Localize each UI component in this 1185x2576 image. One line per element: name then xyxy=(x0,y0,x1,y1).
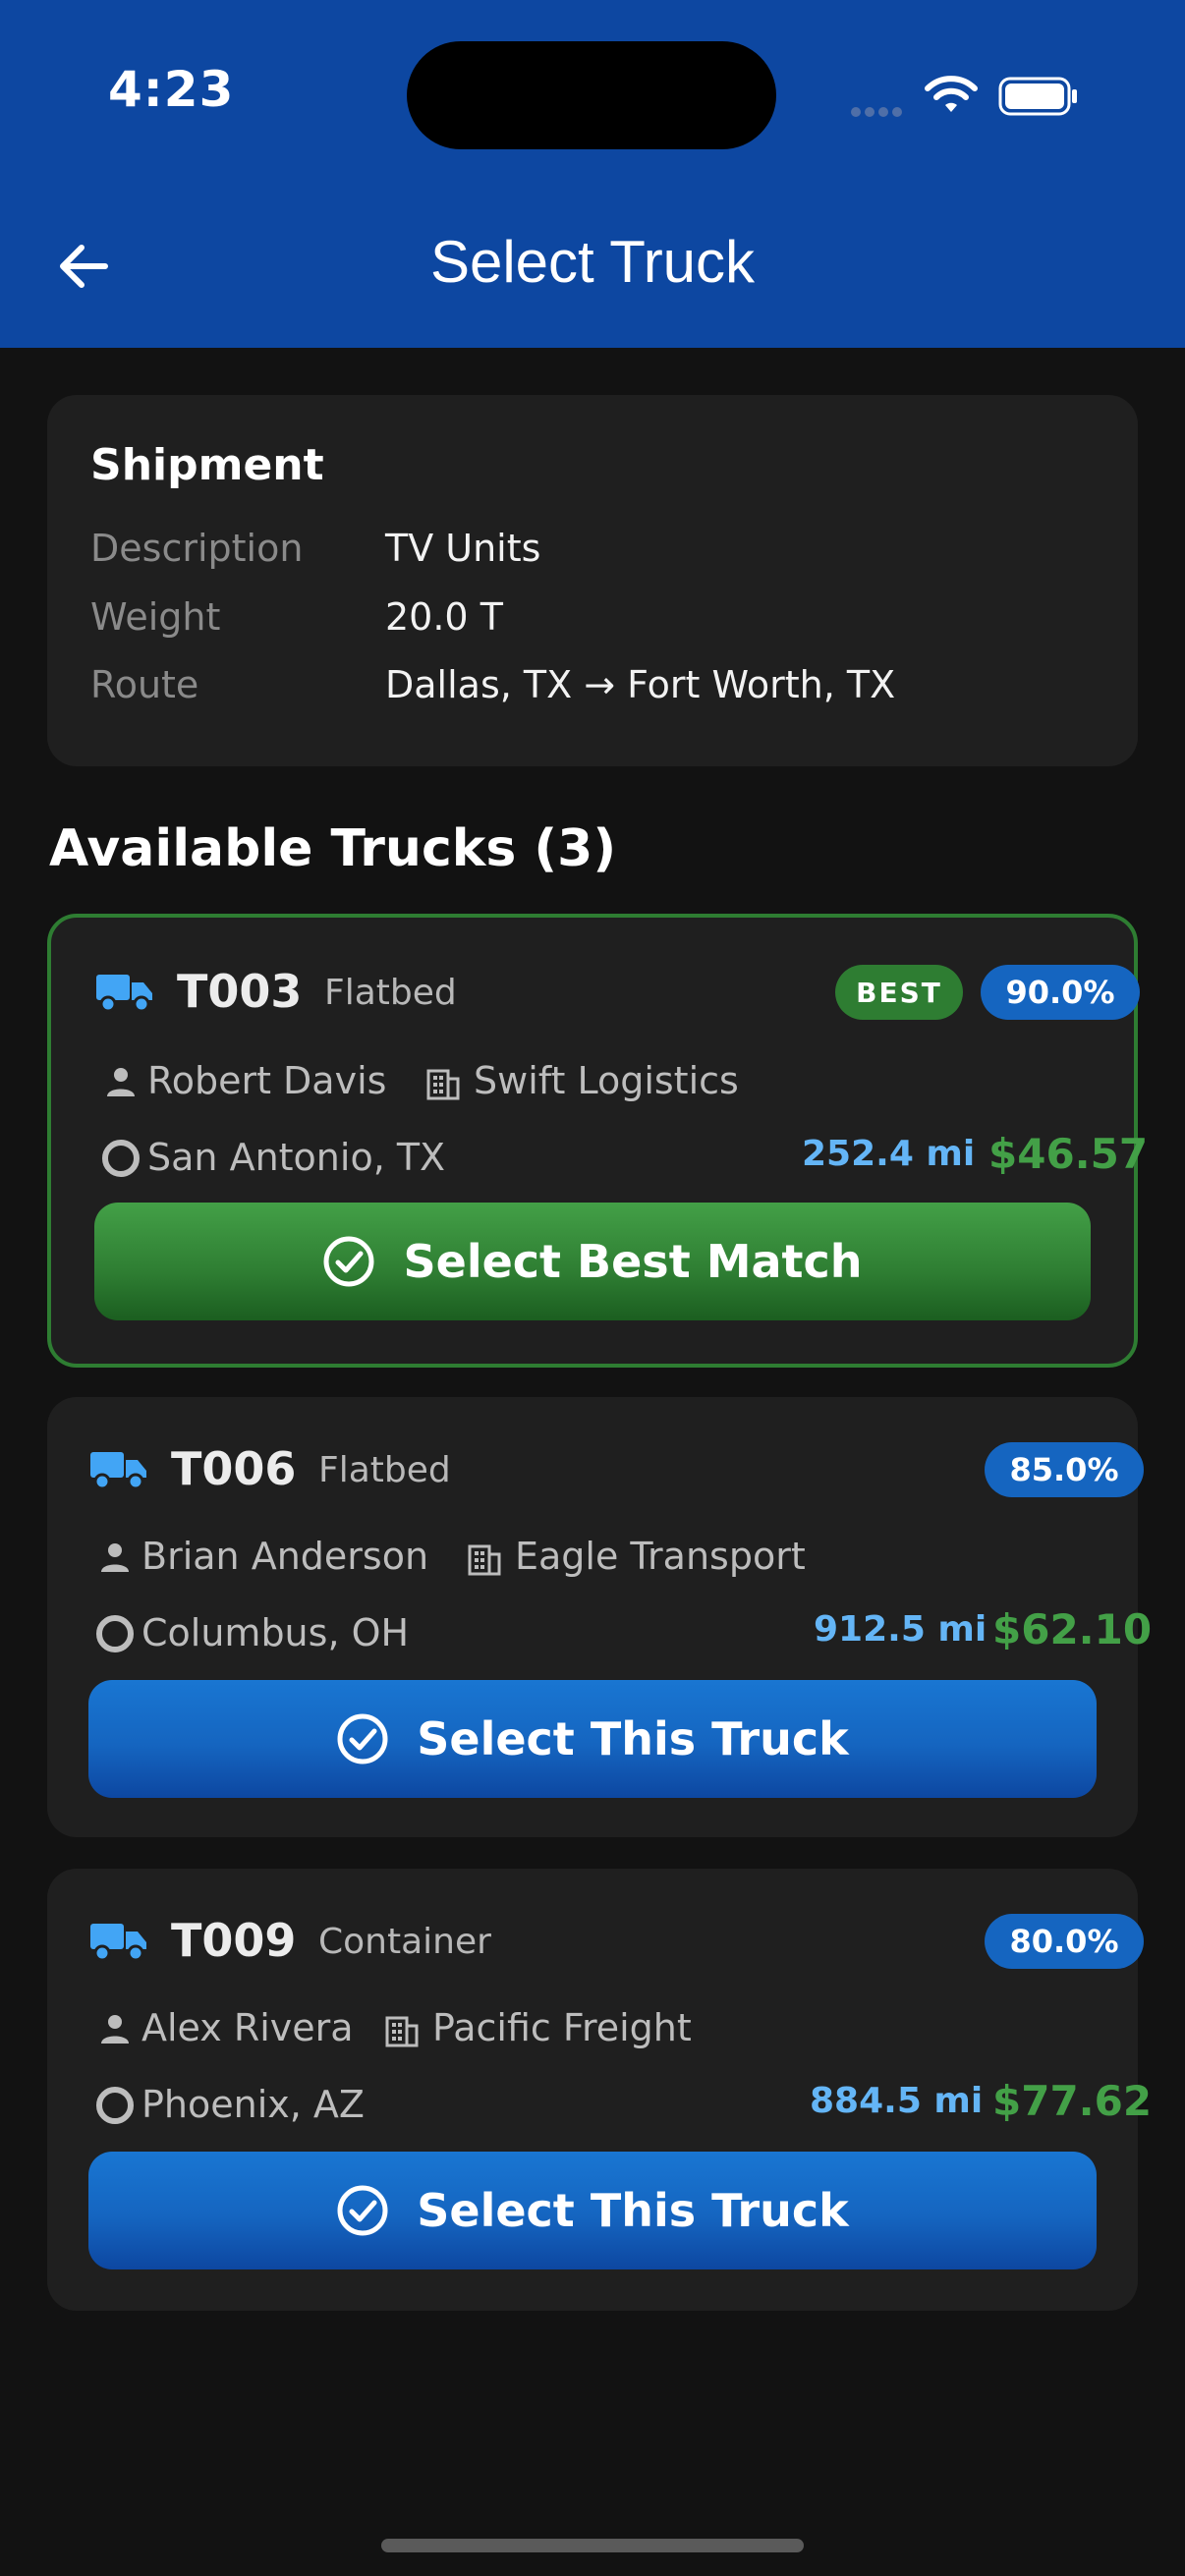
select-truck-button[interactable]: Select This Truck xyxy=(88,1680,1097,1798)
status-time: 4:23 xyxy=(108,61,235,118)
shipment-value: Dallas, TX → Fort Worth, TX xyxy=(385,663,896,706)
wifi-icon xyxy=(925,76,978,112)
shipment-label: Description xyxy=(90,527,304,570)
home-indicator[interactable] xyxy=(381,2539,804,2552)
truck-type: Flatbed xyxy=(318,1450,451,1490)
truck-icon xyxy=(90,1452,146,1490)
best-badge: BEST xyxy=(835,965,963,1020)
distance-value: 884.5 mi xyxy=(810,2081,984,2121)
truck-type: Container xyxy=(318,1922,491,1962)
price-value: $77.62 xyxy=(992,2077,1153,2125)
button-label: Select Best Match xyxy=(403,1235,863,1288)
truck-card[interactable]: T009 Container 80.0% Alex Rivera Pacific… xyxy=(47,1869,1152,2311)
button-label: Select This Truck xyxy=(417,1712,849,1765)
driver-name: Alex Rivera xyxy=(141,2006,354,2049)
match-score-badge: 90.0% xyxy=(981,965,1140,1020)
shipment-heading: Shipment xyxy=(90,440,324,490)
shipment-label: Route xyxy=(90,663,199,706)
location-icon xyxy=(102,1140,140,1177)
price-value: $62.10 xyxy=(992,1605,1153,1653)
available-trucks-heading: Available Trucks (3) xyxy=(49,819,617,878)
check-circle-icon xyxy=(337,1713,388,1764)
battery-icon xyxy=(998,77,1077,116)
person-icon xyxy=(107,1068,135,1096)
building-icon xyxy=(426,1069,460,1100)
driver-name: Robert Davis xyxy=(147,1059,387,1102)
app-header: 4:23 Select Truck xyxy=(0,0,1185,348)
match-score-badge: 85.0% xyxy=(985,1442,1144,1497)
company-name: Swift Logistics xyxy=(474,1059,739,1102)
truck-id: T006 xyxy=(171,1442,297,1495)
dynamic-island xyxy=(407,41,776,149)
truck-location: Phoenix, AZ xyxy=(141,2083,365,2126)
truck-card-best[interactable]: T003 Flatbed BEST 90.0% Robert Davis Swi… xyxy=(47,914,1148,1368)
check-circle-icon xyxy=(323,1236,374,1287)
truck-type: Flatbed xyxy=(324,973,457,1013)
truck-id: T003 xyxy=(177,965,303,1018)
price-value: $46.57 xyxy=(988,1130,1149,1178)
location-icon xyxy=(96,1615,134,1652)
button-label: Select This Truck xyxy=(417,2184,849,2237)
cellular-signal-icon xyxy=(851,102,906,121)
match-score-badge: 80.0% xyxy=(985,1914,1144,1969)
select-best-match-button[interactable]: Select Best Match xyxy=(94,1203,1091,1320)
person-icon xyxy=(101,2015,129,2044)
truck-card[interactable]: T006 Flatbed 85.0% Brian Anderson Eagle … xyxy=(47,1397,1152,1837)
page-title: Select Truck xyxy=(429,229,756,295)
truck-icon xyxy=(96,975,152,1013)
location-icon xyxy=(96,2087,134,2124)
driver-name: Brian Anderson xyxy=(141,1535,429,1578)
shipment-value: TV Units xyxy=(385,527,541,570)
building-icon xyxy=(385,2016,419,2047)
distance-value: 912.5 mi xyxy=(814,1609,988,1650)
truck-id: T009 xyxy=(171,1914,297,1967)
distance-value: 252.4 mi xyxy=(802,1134,976,1174)
truck-icon xyxy=(90,1924,146,1962)
company-name: Eagle Transport xyxy=(515,1535,806,1578)
company-name: Pacific Freight xyxy=(432,2006,692,2049)
check-circle-icon xyxy=(337,2185,388,2236)
select-truck-button[interactable]: Select This Truck xyxy=(88,2152,1097,2269)
shipment-card: Shipment Description TV Units Weight 20.… xyxy=(47,395,1138,766)
shipment-label: Weight xyxy=(90,595,221,639)
truck-location: San Antonio, TX xyxy=(147,1136,446,1179)
building-icon xyxy=(468,1544,501,1576)
truck-location: Columbus, OH xyxy=(141,1611,410,1654)
shipment-value: 20.0 T xyxy=(385,595,503,639)
person-icon xyxy=(101,1543,129,1572)
